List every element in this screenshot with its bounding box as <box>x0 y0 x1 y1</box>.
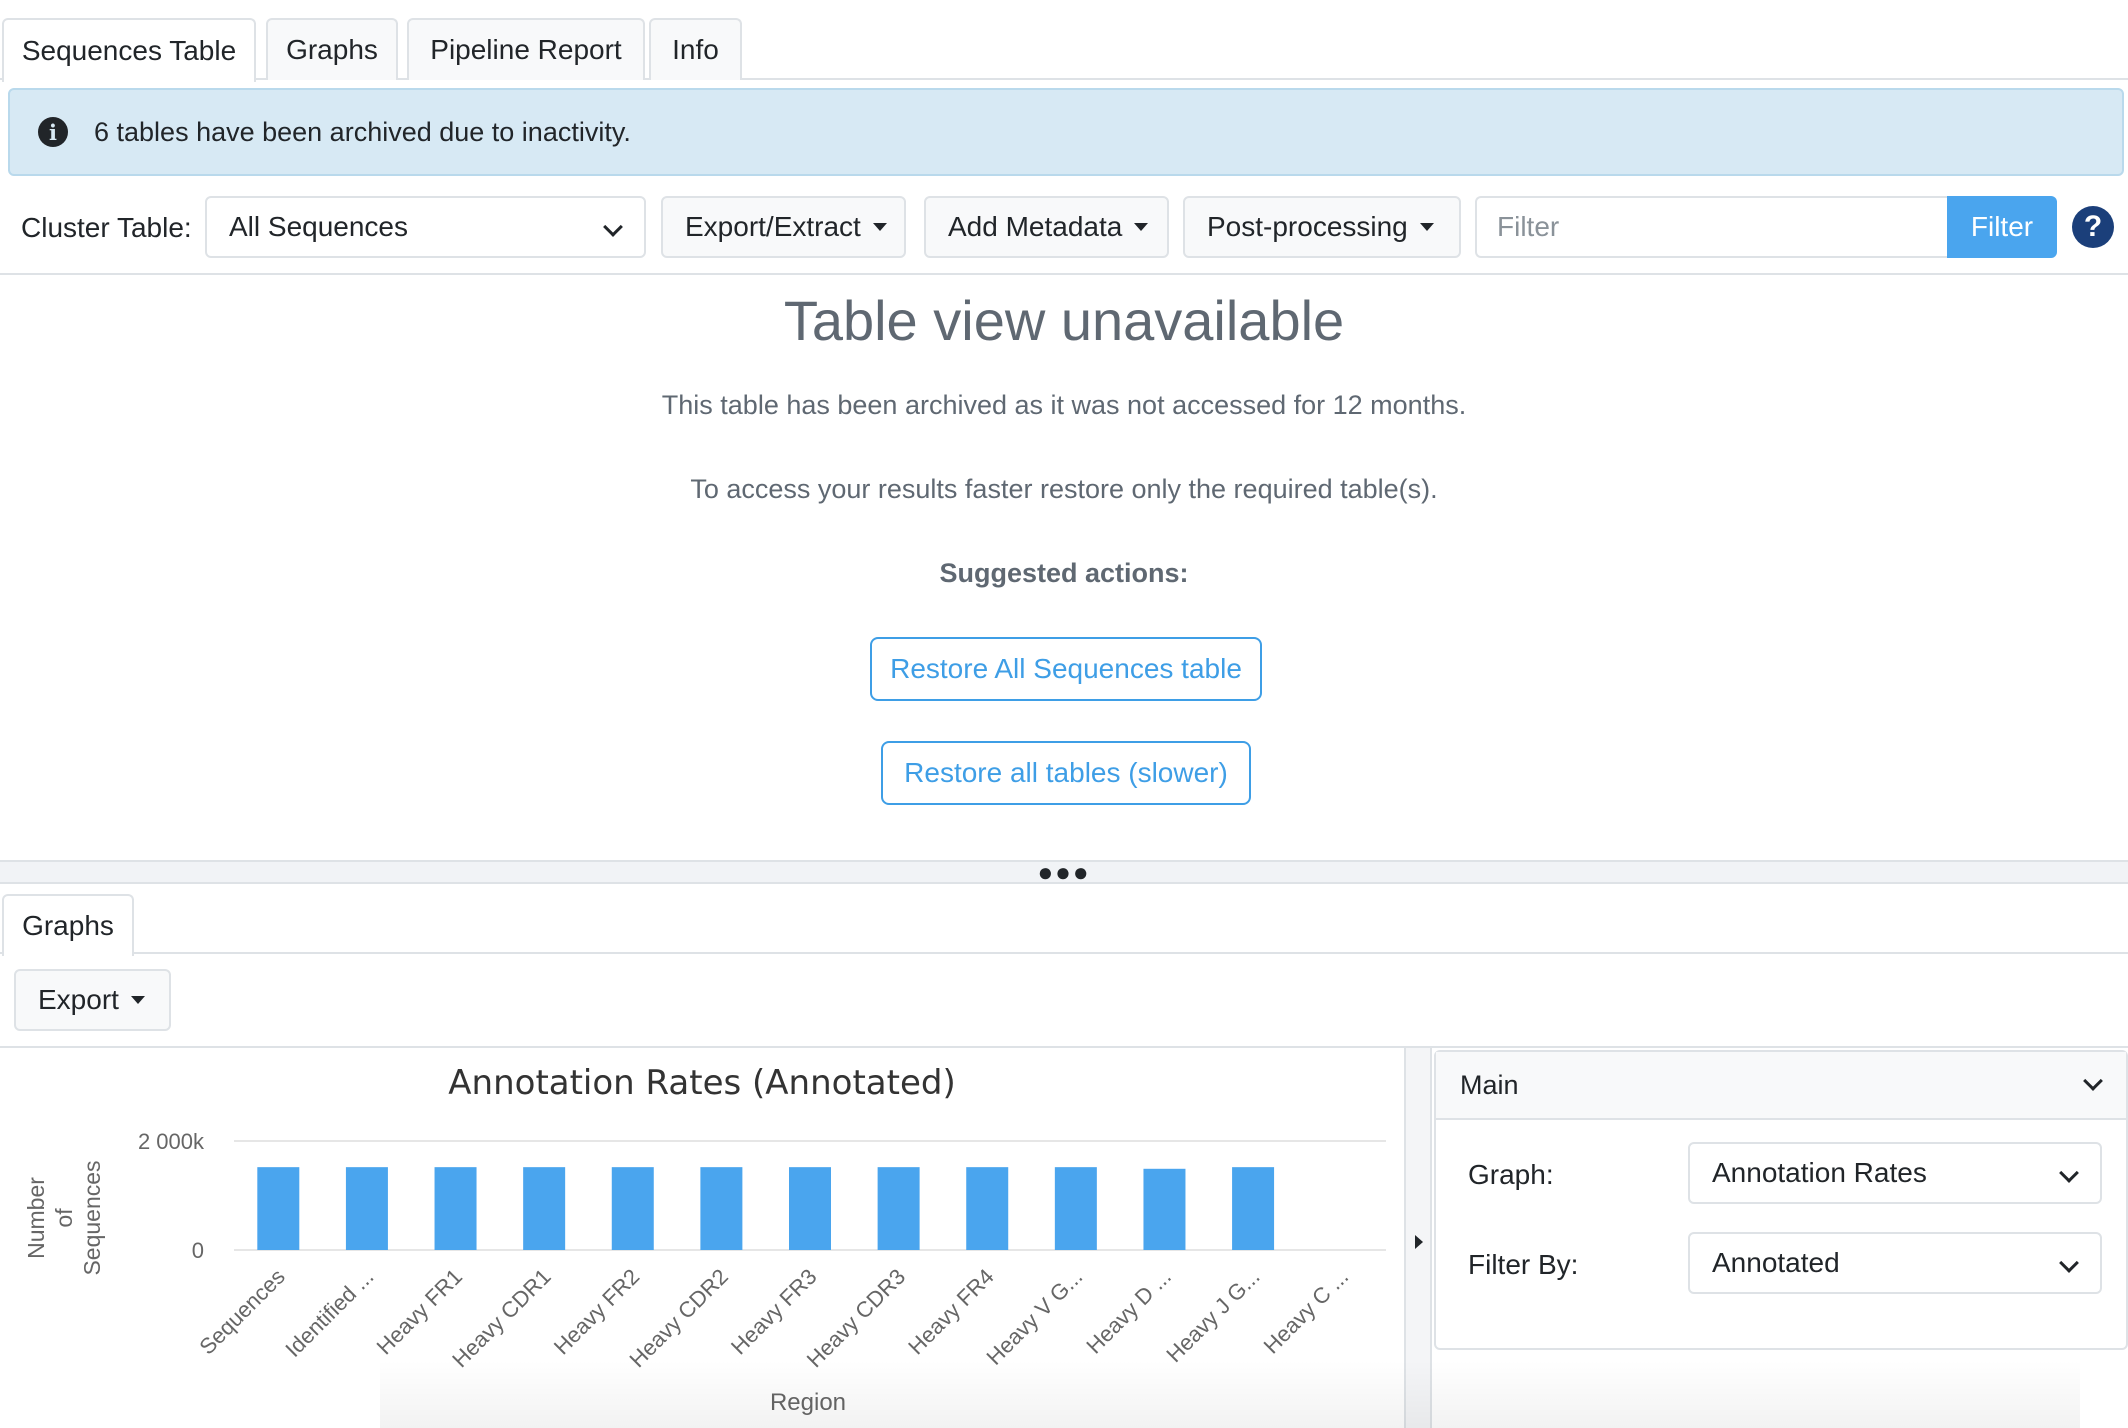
main-tabbar: Sequences Table Graphs Pipeline Report I… <box>0 0 2128 82</box>
restore-all-tables-button[interactable]: Restore all tables (slower) <box>881 741 1251 805</box>
filter-placeholder: Filter <box>1497 211 1560 242</box>
drag-handle-icon: ●●● <box>1037 857 1091 887</box>
chart-y-ticks: 2 000k 0 <box>138 1129 205 1263</box>
chart-y-axis-label: NumberofSequences <box>23 1160 105 1275</box>
archive-alert: i 6 tables have been archived due to ina… <box>8 88 2124 176</box>
x-tick-label: Heavy D ... <box>1081 1264 1176 1359</box>
toolbar-divider <box>0 273 2128 275</box>
x-tick-label: Heavy FR2 <box>549 1264 644 1359</box>
chevron-down-icon <box>603 217 623 237</box>
filter-by-select[interactable]: Annotated <box>1688 1232 2102 1294</box>
chart-bar[interactable] <box>1232 1167 1275 1250</box>
add-metadata-label: Add Metadata <box>948 211 1123 242</box>
tab-info[interactable]: Info <box>649 18 742 80</box>
chart-x-ticks: SequencesIdentified ...Heavy FR1Heavy CD… <box>194 1264 1353 1372</box>
y-tick-label: 0 <box>192 1238 204 1263</box>
graph-export-button[interactable]: Export <box>14 969 171 1031</box>
chart-bar[interactable] <box>877 1167 920 1250</box>
x-tick-label: Heavy FR4 <box>903 1264 998 1359</box>
graph-settings-panel: Main Graph: Annotation Rates Filter By: … <box>1432 1048 2128 1428</box>
y-tick-label: 2 000k <box>138 1129 205 1154</box>
chart-bar[interactable] <box>611 1167 654 1250</box>
chart-bar[interactable] <box>345 1167 388 1250</box>
unavailable-title: Table view unavailable <box>783 289 1345 352</box>
chart-bar[interactable] <box>700 1167 743 1250</box>
tab-graphs-bottom[interactable]: Graphs <box>2 894 134 956</box>
x-tick-label: Heavy J G... <box>1161 1264 1264 1367</box>
caret-down-icon <box>1419 223 1434 231</box>
table-toolbar: Cluster Table: All Sequences Export/Extr… <box>0 196 2128 260</box>
cluster-table-value: All Sequences <box>229 211 409 242</box>
tab-pipeline-report[interactable]: Pipeline Report <box>407 18 645 80</box>
caret-right-icon <box>1415 1235 1423 1249</box>
settings-section-title: Main <box>1460 1069 1519 1100</box>
chevron-down-icon <box>2083 1071 2103 1091</box>
chart-bar[interactable] <box>789 1167 831 1250</box>
info-icon: i <box>38 117 68 147</box>
help-icon[interactable]: ? <box>2072 206 2114 248</box>
tab-graphs[interactable]: Graphs <box>266 18 398 80</box>
chart-bar[interactable] <box>1143 1168 1186 1250</box>
settings-section-header[interactable]: Main <box>1436 1052 2126 1120</box>
cluster-table-label: Cluster Table: <box>21 212 192 243</box>
filter-by-value: Annotated <box>1712 1247 1840 1278</box>
post-processing-label: Post-processing <box>1207 211 1408 242</box>
chart-x-axis-label: Region <box>770 1389 846 1416</box>
graphs-tabbar: Graphs <box>0 884 2128 956</box>
caret-down-icon <box>130 996 145 1004</box>
chevron-down-icon <box>2059 1163 2079 1183</box>
settings-card: Main Graph: Annotation Rates Filter By: … <box>1434 1050 2128 1350</box>
chart-title: Annotation Rates (Annotated) <box>448 1063 955 1103</box>
suggested-actions-heading: Suggested actions: <box>939 558 1189 588</box>
chart-bars <box>257 1167 1275 1250</box>
post-processing-button[interactable]: Post-processing <box>1183 196 1461 258</box>
caret-down-icon <box>1134 223 1149 231</box>
x-tick-label: Heavy FR1 <box>372 1264 467 1359</box>
chevron-down-icon <box>2059 1253 2079 1273</box>
chart-bar[interactable] <box>966 1167 1009 1250</box>
filter-button[interactable]: Filter <box>1947 196 2057 258</box>
tab-sequences-table[interactable]: Sequences Table <box>2 18 256 82</box>
alert-text: 6 tables have been archived due to inact… <box>94 116 631 147</box>
export-extract-label: Export/Extract <box>685 211 861 242</box>
annotation-rates-chart: Annotation Rates (Annotated) NumberofSeq… <box>0 1048 1404 1428</box>
chart-bar[interactable] <box>434 1167 477 1250</box>
graph-type-select[interactable]: Annotation Rates <box>1688 1142 2102 1204</box>
chart-bar[interactable] <box>1054 1167 1097 1250</box>
chart-bar[interactable] <box>523 1167 566 1250</box>
graph-label: Graph: <box>1468 1159 1554 1190</box>
x-tick-label: Heavy FR3 <box>726 1264 821 1359</box>
x-tick-label: Heavy C ... <box>1259 1264 1354 1359</box>
panel-resize-handle[interactable]: ●●● <box>0 857 2128 887</box>
x-tick-label: Sequences <box>194 1264 290 1360</box>
cluster-table-select[interactable]: All Sequences <box>205 196 646 258</box>
add-metadata-button[interactable]: Add Metadata <box>924 196 1169 258</box>
settings-panel-toggle[interactable] <box>1404 1048 1432 1428</box>
restore-table-button[interactable]: Restore All Sequences table <box>870 637 1262 701</box>
unavailable-message: This table has been archived as it was n… <box>661 390 1467 420</box>
chart-bar[interactable] <box>257 1167 300 1250</box>
x-tick-label: Heavy V G... <box>982 1264 1088 1370</box>
filter-input[interactable]: Filter <box>1475 196 1949 258</box>
caret-down-icon <box>872 223 887 231</box>
chart-svg: Annotation Rates (Annotated) NumberofSeq… <box>23 1063 1386 1416</box>
export-extract-button[interactable]: Export/Extract <box>661 196 906 258</box>
graph-type-value: Annotation Rates <box>1712 1157 1927 1188</box>
filter-by-label: Filter By: <box>1468 1249 1579 1280</box>
x-tick-label: Identified ... <box>280 1264 378 1362</box>
restore-hint: To access your results faster restore on… <box>690 474 1438 504</box>
graph-export-label: Export <box>38 984 119 1015</box>
